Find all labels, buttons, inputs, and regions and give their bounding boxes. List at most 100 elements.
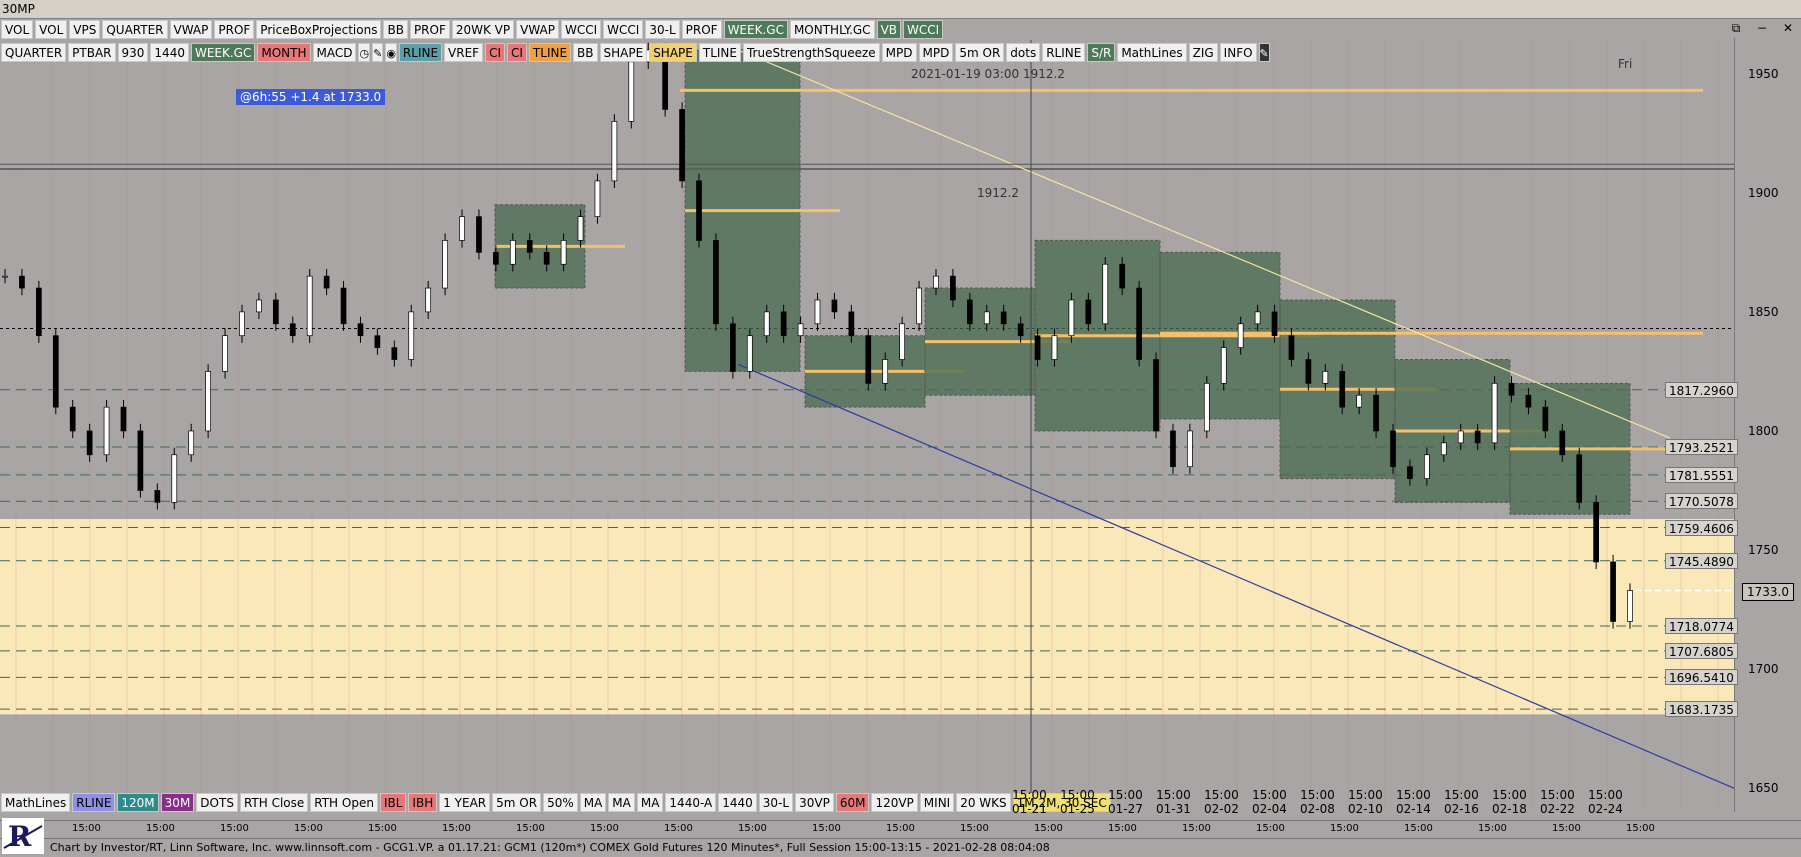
toolbar-button-prof[interactable]: PROF [214, 20, 255, 39]
toolbar-button-priceboxprojections[interactable]: PriceBoxProjections [256, 20, 382, 39]
candle-body [425, 287, 432, 313]
toolbar-button-120vp[interactable]: 120VP [871, 793, 918, 812]
toolbar-button-20wk-vp[interactable]: 20WK VP [451, 20, 515, 39]
minimize-icon[interactable]: − [1755, 21, 1769, 36]
restore-icon[interactable]: ⧉ [1729, 21, 1743, 36]
clock-icon[interactable]: ◷ [358, 43, 371, 62]
toolbar-button-mpd[interactable]: MPD [881, 43, 917, 62]
investor-rt-logo-icon: R [2, 818, 44, 854]
target-icon[interactable]: ◉ [385, 43, 397, 62]
session-date-label: 15:00 01-25 [1060, 788, 1095, 816]
toolbar-button-month[interactable]: MONTH [257, 43, 311, 62]
toolbar-button-vref[interactable]: VREF [444, 43, 484, 62]
candle-body [1051, 335, 1058, 360]
candle-body [628, 61, 635, 122]
session-date-label: 15:00 02-16 [1444, 788, 1479, 816]
toolbar-button-5m-or[interactable]: 5m OR [492, 793, 542, 812]
session-date: 02-24 [1588, 802, 1623, 816]
candle-body [2, 275, 8, 278]
toolbar-button-wcci[interactable]: WCCI [561, 20, 602, 39]
title-bar: 30MP [0, 0, 1801, 19]
toolbar-button-50[interactable]: 50% [543, 793, 578, 812]
toolbar-button-bb[interactable]: BB [383, 20, 408, 39]
toolbar-button-s-r[interactable]: S/R [1087, 43, 1116, 62]
toolbar-button-rline[interactable]: RLINE [398, 43, 443, 62]
toolbar-button-vwap[interactable]: VWAP [169, 20, 213, 39]
edit-icon[interactable]: ✎ [1258, 43, 1270, 62]
toolbar-button-quarter[interactable]: QUARTER [102, 20, 168, 39]
toolbar-button-1440[interactable]: 1440 [150, 43, 189, 62]
toolbar-button-20-wks[interactable]: 20 WKS [956, 793, 1011, 812]
indicator-toolbar-bottom: MathLines RLINE 120M 30M DOTS RTH Close RTH Op… [0, 792, 1111, 813]
toolbar-button-30-l[interactable]: 30-L [758, 793, 794, 812]
toolbar-button-rline[interactable]: RLINE [1042, 43, 1086, 62]
toolbar-button-mini[interactable]: MINI [919, 793, 955, 812]
toolbar-button-ma[interactable]: MA [579, 793, 607, 812]
candle-body [1017, 323, 1024, 337]
toolbar-button-zig[interactable]: ZIG [1188, 43, 1218, 62]
toolbar-button-prof[interactable]: PROF [409, 20, 450, 39]
toolbar-button-vol[interactable]: VOL [35, 20, 68, 39]
toolbar-button-wcci[interactable]: WCCI [903, 20, 944, 39]
toolbar-button-dots[interactable]: dots [1006, 43, 1041, 62]
toolbar-button-vwap[interactable]: VWAP [516, 20, 559, 39]
toolbar-button-mathlines[interactable]: MathLines [1117, 43, 1187, 62]
toolbar-button-tline[interactable]: TLINE [528, 43, 572, 62]
toolbar-button-rth-close[interactable]: RTH Close [239, 793, 309, 812]
toolbar-button-ibl[interactable]: IBL [379, 793, 407, 812]
candle-body [1576, 454, 1583, 503]
toolbar-button-1440[interactable]: 1440 [718, 793, 757, 812]
candle-body [865, 335, 872, 384]
toolbar-button-shape[interactable]: SHAPE [599, 43, 648, 62]
toolbar-button-ptbar[interactable]: PTBAR [68, 43, 116, 62]
toolbar-button-ma[interactable]: MA [636, 793, 664, 812]
close-icon[interactable]: ✕ [1781, 21, 1795, 36]
toolbar-button-prof[interactable]: PROF [681, 20, 722, 39]
toolbar-button-1-year[interactable]: 1 YEAR [439, 793, 491, 812]
toolbar-button-ma[interactable]: MA [608, 793, 635, 812]
toolbar-button-truestrengthsqueeze[interactable]: TrueStrengthSqueeze [742, 43, 880, 62]
sr-level-tag: 1770.5078 [1665, 493, 1738, 510]
price-chart[interactable] [0, 0, 1801, 856]
toolbar-button-30-l[interactable]: 30-L [645, 20, 680, 39]
toolbar-button-wcci[interactable]: WCCI [603, 20, 644, 39]
toolbar-button-930[interactable]: 930 [117, 43, 149, 62]
time-axis[interactable]: 15:00 15:00 15:00 15:00 15:00 15:00 15:00 15:00… [0, 820, 1801, 837]
toolbar-button-vol[interactable]: VOL [1, 20, 34, 39]
candle-body [86, 430, 93, 456]
candle-body [577, 216, 584, 241]
toolbar-button-5m-or[interactable]: 5m OR [955, 43, 1005, 62]
toolbar-button-shape[interactable]: SHAPE [649, 43, 697, 62]
candle-body [763, 311, 770, 337]
toolbar-button-1440-a[interactable]: 1440-A [665, 793, 717, 812]
toolbar-button-30vp[interactable]: 30VP [795, 793, 834, 812]
toolbar-button-info[interactable]: INFO [1219, 43, 1257, 62]
toolbar-button-vb[interactable]: VB [876, 20, 902, 39]
toolbar-button-monthly-gc[interactable]: MONTHLY.GC [789, 20, 875, 39]
toolbar-button-vps[interactable]: VPS [69, 20, 101, 39]
toolbar-button-rline[interactable]: RLINE [72, 793, 116, 812]
time-axis-tick: 15:00 [960, 823, 989, 834]
toolbar-button-mpd[interactable]: MPD [918, 43, 954, 62]
toolbar-button-week-gc[interactable]: WEEK.GC [723, 20, 788, 39]
toolbar-button-bb[interactable]: BB [573, 43, 598, 62]
time-axis-tick: 15:00 [590, 823, 619, 834]
toolbar-button-week-gc[interactable]: WEEK.GC [190, 43, 256, 62]
toolbar-button-ci[interactable]: CI [485, 43, 505, 62]
toolbar-button-30m[interactable]: 30M [160, 793, 195, 812]
toolbar-button-120m[interactable]: 120M [117, 793, 159, 812]
toolbar-button-mathlines[interactable]: MathLines [1, 793, 71, 812]
candle-body [594, 180, 601, 217]
toolbar-button-ci[interactable]: CI [507, 43, 527, 62]
toolbar-button-quarter[interactable]: QUARTER [1, 43, 67, 62]
toolbar-button-ibh[interactable]: IBH [408, 793, 438, 812]
toolbar-button-dots[interactable]: DOTS [196, 793, 238, 812]
toolbar-button-rth-open[interactable]: RTH Open [310, 793, 378, 812]
toolbar-button-tline[interactable]: TLINE [698, 43, 741, 62]
pencil-icon[interactable]: ✎ [372, 43, 384, 62]
candle-body [1237, 323, 1244, 348]
candle-body [1000, 311, 1007, 325]
session-date-label: 15:00 02-02 [1204, 788, 1239, 816]
toolbar-button-60m[interactable]: 60M [835, 793, 870, 812]
toolbar-button-macd[interactable]: MACD [312, 43, 357, 62]
